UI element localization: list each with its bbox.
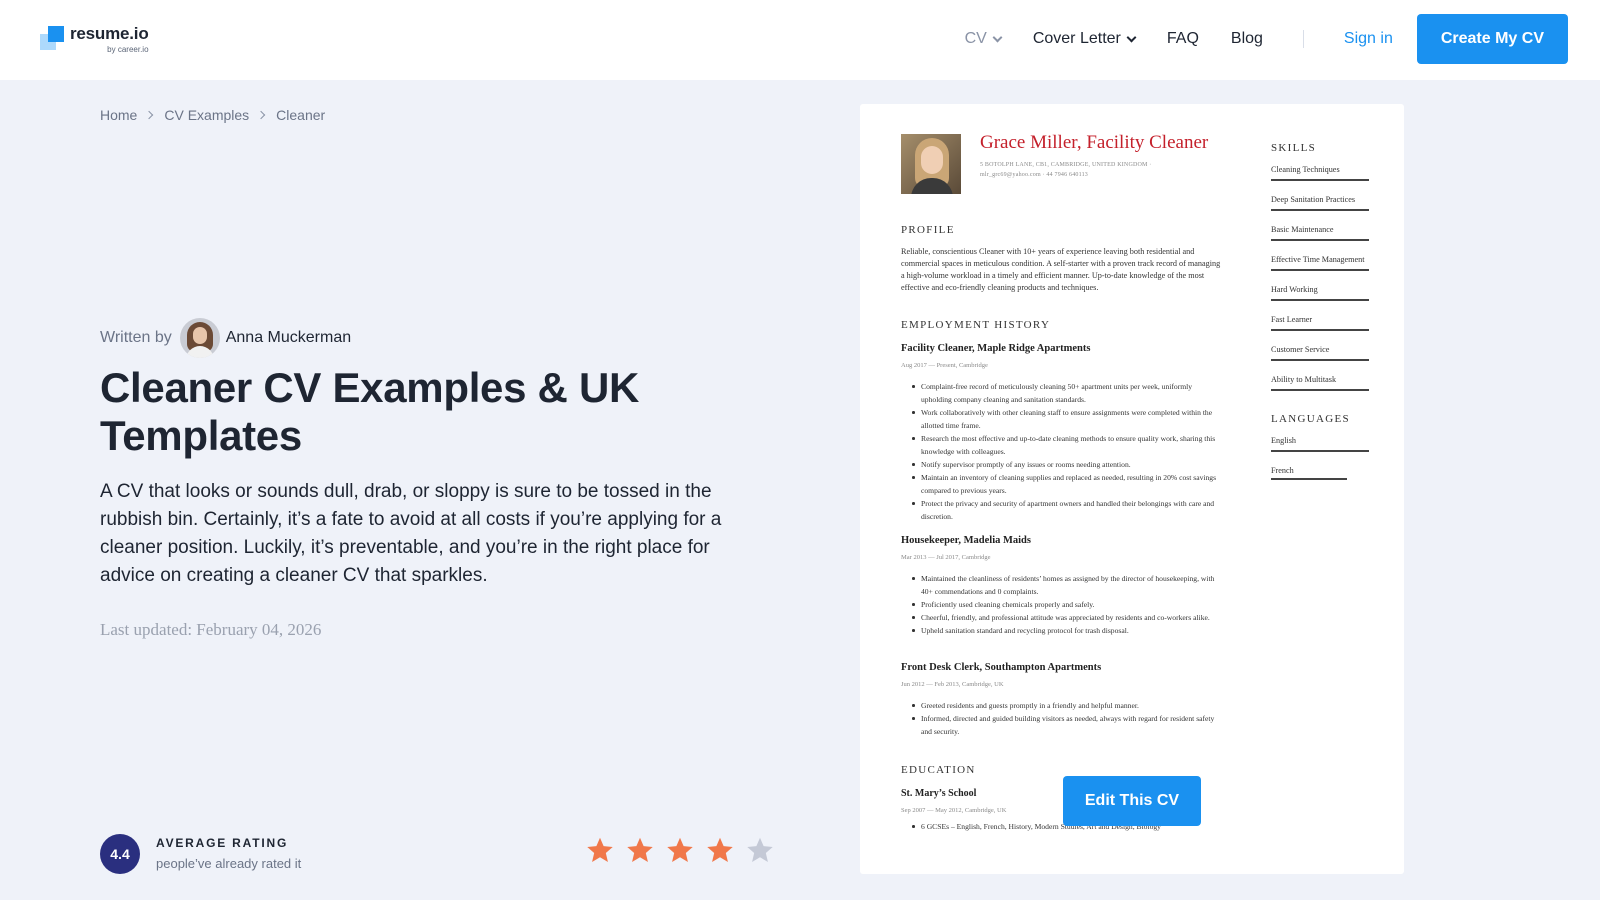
cv-job-date: Jun 2012 — Feb 2013, Cambridge, UK (901, 681, 1004, 688)
cv-bullet: Upheld sanitation standard and recycling… (912, 624, 1221, 637)
cv-profile-heading: PROFILE (901, 224, 955, 236)
cv-skills-heading: SKILLS (1271, 142, 1317, 154)
cv-skill: Deep Sanitation Practices (1271, 194, 1369, 211)
chevron-right-icon (145, 110, 154, 120)
logo-name: resume.io (70, 24, 149, 43)
chevron-down-icon (1126, 32, 1137, 42)
cv-sidebar: SKILLS Cleaning Techniques Deep Sanitati… (1271, 142, 1369, 493)
cv-job-bullets: Maintained the cleanliness of residents’… (912, 572, 1221, 637)
star-icon[interactable] (626, 836, 654, 864)
nav-divider (1302, 30, 1304, 48)
cv-bullet: Notify supervisor promptly of any issues… (912, 458, 1221, 471)
chevron-down-icon (992, 32, 1003, 42)
nav-item-cv[interactable]: CV (964, 30, 1003, 48)
cv-skill: Customer Service (1271, 344, 1369, 361)
create-my-cv-button[interactable]: Create My CV (1416, 14, 1568, 64)
cv-employment-heading: EMPLOYMENT HISTORY (901, 319, 1051, 331)
breadcrumb-home[interactable]: Home (100, 107, 137, 123)
cv-languages-heading: LANGUAGES (1271, 413, 1350, 425)
logo-subtitle: by career.io (107, 45, 149, 54)
cv-bullet: Cheerful, friendly, and professional att… (912, 611, 1221, 624)
star-icon[interactable] (706, 836, 734, 864)
cv-skill: Fast Learner (1271, 314, 1369, 331)
cv-bullet: Informed, directed and guided building v… (912, 712, 1221, 738)
written-by-label: Written by (100, 329, 172, 346)
rating-subtitle: people’ve already rated it (156, 856, 302, 871)
star-icon[interactable] (586, 836, 614, 864)
breadcrumb-cv-examples[interactable]: CV Examples (164, 107, 249, 123)
cv-contact-email-phone: mlr_grc69@yahoo.com · 44 7946 640113 (980, 172, 1088, 178)
cv-bullet: Protect the privacy and security of apar… (912, 497, 1221, 523)
author-line: Written by Anna Muckerman (100, 318, 351, 358)
nav-item-label: Cover Letter (1032, 30, 1121, 47)
cv-job-role: Facility Cleaner, Maple Ridge Apartments (901, 343, 1091, 354)
cv-job-role: Front Desk Clerk, Southampton Apartments (901, 662, 1102, 673)
breadcrumb-current: Cleaner (276, 107, 326, 123)
cv-job-date: Mar 2013 — Jul 2017, Cambridge (901, 554, 991, 561)
cv-job-bullets: Greeted residents and guests promptly in… (912, 699, 1221, 738)
last-updated: Last updated: February 04, 2026 (100, 620, 322, 639)
chevron-right-icon (256, 110, 266, 120)
star-icon[interactable] (666, 836, 694, 864)
cv-bullet: Work collaboratively with other cleaning… (912, 406, 1221, 432)
cv-skill: Basic Maintenance (1271, 224, 1369, 241)
cv-photo (901, 134, 961, 194)
cv-bullet: Complaint-free record of meticulously cl… (912, 380, 1221, 406)
top-navigation-bar: resume.io by career.io CV Cover Letter F… (0, 0, 1600, 80)
cv-skill: Hard Working (1271, 284, 1369, 301)
edit-this-cv-button[interactable]: Edit This CV (1063, 776, 1201, 826)
cv-bullet: Research the most effective and up-to-da… (912, 432, 1221, 458)
sign-in-link[interactable]: Sign in (1344, 30, 1393, 48)
breadcrumb: Home CV Examples Cleaner (100, 107, 325, 123)
cv-contact: 5 BOTOLPH LANE, CB1, CAMBRIDGE, UNITED K… (980, 160, 1152, 180)
nav-item-faq[interactable]: FAQ (1167, 30, 1199, 48)
cv-school-date: Sep 2007 — May 2012, Cambridge, UK (901, 807, 1007, 814)
cv-school: St. Mary’s School (901, 788, 977, 799)
cv-education-heading: EDUCATION (901, 764, 976, 776)
rating-stars (586, 836, 786, 864)
cv-language: English (1271, 435, 1369, 452)
cv-job-role: Housekeeper, Madelia Maids (901, 535, 1031, 546)
cv-job-date: Aug 2017 — Present, Cambridge (901, 362, 988, 369)
cv-contact-address: 5 BOTOLPH LANE, CB1, CAMBRIDGE, UNITED K… (980, 162, 1152, 168)
cv-preview[interactable]: Grace Miller, Facility Cleaner 5 BOTOLPH… (860, 104, 1404, 874)
cv-skill: Cleaning Techniques (1271, 164, 1369, 181)
intro-paragraph: A CV that looks or sounds dull, drab, or… (100, 481, 722, 586)
nav-item-blog[interactable]: Blog (1231, 30, 1263, 48)
nav-item-label: CV (964, 30, 987, 47)
rating-title: AVERAGE RATING (156, 836, 289, 850)
cv-profile-text: Reliable, conscientious Cleaner with 10+… (901, 247, 1221, 292)
cv-bullet: Proficiently used cleaning chemicals pro… (912, 598, 1221, 611)
cv-bullet: Maintain an inventory of cleaning suppli… (912, 471, 1221, 497)
resume-io-logo[interactable]: resume.io by career.io (40, 24, 149, 54)
cv-bullet: Maintained the cleanliness of residents’… (912, 572, 1221, 598)
cv-skill: Ability to Multitask (1271, 374, 1369, 391)
rating-badge: 4.4 (100, 834, 140, 874)
author-name[interactable]: Anna Muckerman (226, 329, 351, 347)
page-title: Cleaner CV Examples & UK Templates (100, 364, 640, 459)
cv-bullet: Greeted residents and guests promptly in… (912, 699, 1221, 712)
cv-name: Grace Miller, Facility Cleaner (980, 132, 1209, 153)
cv-job-bullets: Complaint-free record of meticulously cl… (912, 380, 1221, 523)
star-icon[interactable] (746, 836, 774, 864)
logo-icon (40, 26, 64, 50)
cv-skill: Effective Time Management (1271, 254, 1369, 271)
main-nav: CV Cover Letter FAQ Blog Sign in Create … (933, 0, 1568, 78)
author-avatar (179, 318, 220, 358)
nav-item-cover-letter[interactable]: Cover Letter (1032, 30, 1137, 48)
cv-language: French (1271, 465, 1369, 480)
